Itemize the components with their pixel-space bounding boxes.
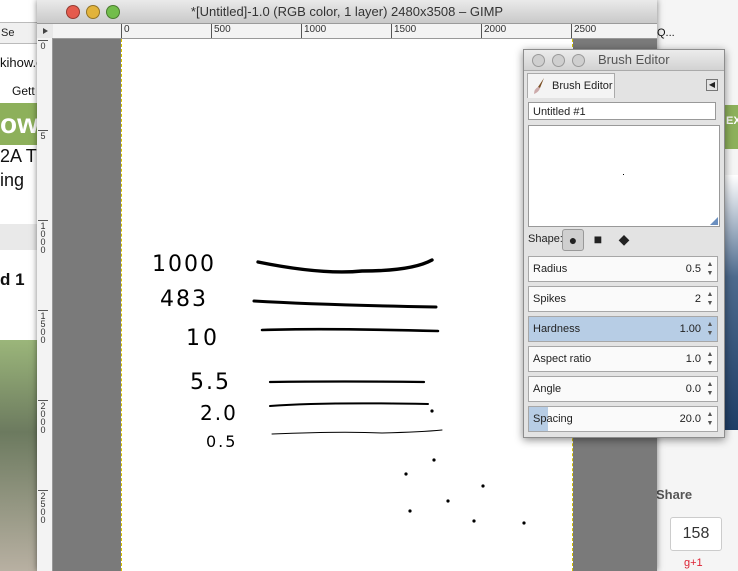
param-value[interactable]: 0.0 bbox=[686, 377, 701, 401]
brush-name-field[interactable]: Untitled #1 bbox=[528, 102, 716, 120]
diamond-shape-icon[interactable]: ◆ bbox=[614, 229, 634, 249]
minimize-icon[interactable] bbox=[552, 54, 565, 67]
stroke-label: 5.5 bbox=[190, 370, 231, 395]
article-text: ing bbox=[0, 170, 25, 190]
brush-preview bbox=[528, 125, 720, 227]
param-label: Aspect ratio bbox=[533, 353, 592, 365]
article-image bbox=[0, 340, 37, 571]
ruler-tick: 2 0 0 0 bbox=[38, 400, 48, 435]
article-text: 2A T bbox=[0, 146, 37, 166]
param-radius[interactable]: Radius 0.5 ▲ ▼ bbox=[528, 256, 718, 282]
ruler-tick: 5 bbox=[38, 130, 48, 141]
ruler-tick: 1500 bbox=[391, 24, 416, 38]
paintbrush-icon bbox=[534, 78, 544, 94]
ruler-tick: 1 5 0 0 bbox=[38, 310, 48, 345]
param-value[interactable]: 0.5 bbox=[686, 257, 701, 281]
dialog-title: Brush Editor bbox=[598, 52, 670, 67]
stroke-label: 0.5 bbox=[206, 432, 237, 451]
stroke-label: 10 bbox=[186, 326, 220, 351]
spinner-arrows-icon[interactable]: ▲ ▼ bbox=[705, 380, 715, 398]
ruler-tick: 1000 bbox=[301, 24, 326, 38]
brush-editor-title-bar: Brush Editor bbox=[524, 50, 724, 71]
param-label: Spacing bbox=[533, 413, 573, 425]
gplus-button[interactable]: g+1 bbox=[684, 557, 703, 569]
stroke-label: 483 bbox=[160, 287, 208, 312]
param-value[interactable]: 2 bbox=[695, 287, 701, 311]
close-icon[interactable] bbox=[66, 5, 80, 19]
spinner-arrows-icon[interactable]: ▲ ▼ bbox=[705, 410, 715, 428]
ruler-tick: 2000 bbox=[481, 24, 506, 38]
spinner-arrows-icon[interactable]: ▲ ▼ bbox=[705, 260, 715, 278]
param-spikes[interactable]: Spikes 2 ▲ ▼ bbox=[528, 286, 718, 312]
sidebar-text: EX bbox=[726, 115, 738, 127]
bookmark-text[interactable]: Gett bbox=[12, 84, 35, 98]
param-value[interactable]: 1.0 bbox=[686, 347, 701, 371]
minimize-icon[interactable] bbox=[86, 5, 100, 19]
ruler-tick: 0 bbox=[121, 24, 130, 38]
tab-brush-editor[interactable]: Brush Editor bbox=[527, 73, 615, 98]
image-canvas[interactable]: 1000 483 10 5.5 2.0 0.5 bbox=[121, 39, 573, 571]
param-angle[interactable]: Angle 0.0 ▲ ▼ bbox=[528, 376, 718, 402]
share-count: 158 bbox=[670, 517, 722, 551]
param-label: Radius bbox=[533, 263, 568, 275]
square-shape-icon[interactable]: ■ bbox=[588, 229, 608, 249]
param-hardness[interactable]: Hardness 1.00 ▲ ▼ bbox=[528, 316, 718, 342]
param-value[interactable]: 20.0 bbox=[680, 407, 701, 431]
ruler-tick: 500 bbox=[211, 24, 231, 38]
share-label: Share bbox=[656, 487, 693, 502]
ruler-tick: 2500 bbox=[571, 24, 596, 38]
horizontal-ruler[interactable]: 0 500 1000 1500 2000 2500 bbox=[53, 24, 657, 39]
site-logo-text: ow bbox=[0, 108, 39, 139]
circle-shape-icon[interactable]: ● bbox=[562, 229, 584, 251]
tab-label: Brush Editor bbox=[552, 80, 613, 92]
param-label: Hardness bbox=[533, 323, 581, 335]
ruler-tick: 0 bbox=[38, 40, 48, 51]
ruler-tick: 1 0 0 0 bbox=[38, 220, 48, 255]
zoom-icon[interactable] bbox=[106, 5, 120, 19]
ruler-tick: 2 5 0 0 bbox=[38, 490, 48, 525]
drawing-strokes: 1000 483 10 5.5 2.0 0.5 bbox=[152, 252, 526, 525]
param-spacing[interactable]: Spacing 20.0 ▲ ▼ bbox=[528, 406, 718, 432]
param-value[interactable]: 1.00 bbox=[680, 317, 701, 341]
zoom-icon[interactable] bbox=[572, 54, 585, 67]
vertical-ruler[interactable]: 0 5 1 0 0 0 1 5 0 0 2 0 0 0 2 5 0 0 bbox=[37, 38, 53, 571]
ruler-corner[interactable] bbox=[37, 24, 54, 39]
brush-editor-dialog: Brush Editor Brush Editor ◀ Untitled #1 … bbox=[523, 49, 725, 438]
close-icon[interactable] bbox=[532, 54, 545, 67]
article-heading: d 1 bbox=[0, 270, 25, 289]
param-label: Angle bbox=[533, 383, 562, 395]
stroke-label: 2.0 bbox=[200, 401, 238, 425]
shape-label: Shape: bbox=[528, 233, 563, 245]
param-aspect-ratio[interactable]: Aspect ratio 1.0 ▲ ▼ bbox=[528, 346, 718, 372]
param-label: Spikes bbox=[533, 293, 567, 305]
spinner-arrows-icon[interactable]: ▲ ▼ bbox=[705, 320, 715, 338]
spinner-arrows-icon[interactable]: ▲ ▼ bbox=[705, 290, 715, 308]
gimp-title-bar: *[Untitled]-1.0 (RGB color, 1 layer) 248… bbox=[37, 0, 657, 24]
tab-menu-icon[interactable]: ◀ bbox=[706, 79, 718, 91]
sidebar-image bbox=[724, 175, 738, 430]
window-title: *[Untitled]-1.0 (RGB color, 1 layer) 248… bbox=[190, 4, 504, 19]
shape-row: Shape: ● ■ ◆ bbox=[528, 229, 629, 251]
stroke-label: 1000 bbox=[152, 252, 216, 277]
browser-tab-text[interactable]: Q... bbox=[657, 27, 675, 39]
spinner-arrows-icon[interactable]: ▲ ▼ bbox=[705, 350, 715, 368]
